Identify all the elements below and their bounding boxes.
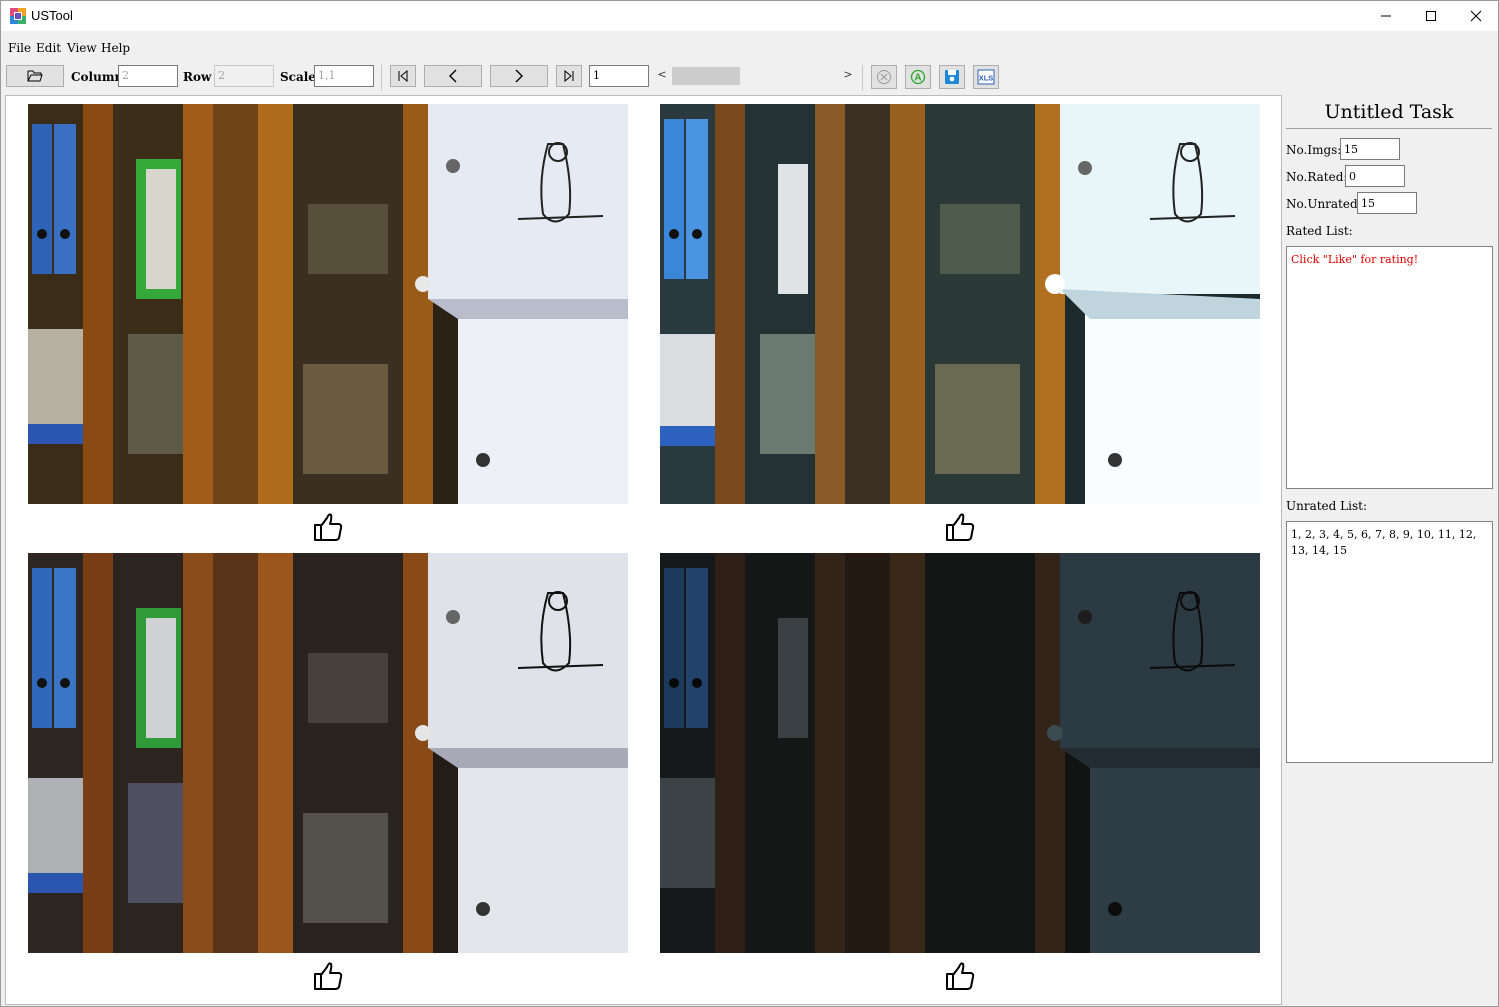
image-2 <box>660 104 1260 504</box>
minimize-icon <box>1381 15 1391 17</box>
menu-help[interactable]: Help <box>101 41 130 55</box>
scroll-right-arrow-icon[interactable]: > <box>842 68 854 81</box>
previous-icon <box>449 69 457 83</box>
image-4 <box>660 553 1260 953</box>
next-icon <box>515 69 523 83</box>
svg-text:A: A <box>914 73 921 84</box>
open-folder-button[interactable] <box>6 65 64 87</box>
folder-open-icon <box>27 70 43 82</box>
thumbs-up-icon[interactable] <box>311 510 345 544</box>
window-title: USTool <box>31 8 73 23</box>
rated-list-label: Rated List: <box>1286 224 1353 238</box>
ustool-logo-icon <box>10 8 26 24</box>
row-label: Row <box>183 70 212 84</box>
title-bar: USTool <box>1 1 1498 31</box>
image-cell-4[interactable] <box>660 553 1260 953</box>
cancel-circle-icon <box>877 70 891 84</box>
rated-list[interactable]: Click "Like" for rating! <box>1286 246 1493 489</box>
toolbar-separator <box>381 65 382 91</box>
first-page-button[interactable] <box>390 65 416 87</box>
clear-rating-button[interactable] <box>871 65 897 89</box>
divider <box>1286 128 1492 129</box>
scroll-left-arrow-icon[interactable]: < <box>656 68 668 81</box>
minimize-button[interactable] <box>1363 1 1409 31</box>
circled-a-icon: A <box>910 69 926 85</box>
maximize-button[interactable] <box>1408 1 1454 31</box>
auto-button[interactable]: A <box>905 65 931 89</box>
task-title: Untitled Task <box>1324 101 1454 123</box>
scale-label: Scale <box>280 70 316 84</box>
column-label: Column <box>71 70 124 84</box>
column-input[interactable]: 2 <box>118 65 178 87</box>
last-page-icon <box>564 70 574 82</box>
maximize-icon <box>1426 11 1436 21</box>
row-input[interactable]: 2 <box>214 65 274 87</box>
export-xls-button[interactable]: XLS <box>973 65 999 89</box>
save-icon <box>945 70 959 84</box>
page-number-input[interactable]: 1 <box>589 65 649 87</box>
xls-export-icon: XLS <box>977 69 995 85</box>
save-button[interactable] <box>939 65 965 89</box>
thumbs-up-icon[interactable] <box>311 959 345 993</box>
image-cell-3[interactable] <box>28 553 628 953</box>
no-rated-field[interactable]: 0 <box>1345 165 1405 187</box>
next-button[interactable] <box>490 65 548 87</box>
image-cell-2[interactable] <box>660 104 1260 504</box>
scale-input[interactable]: 1,1 <box>314 65 374 87</box>
image-3 <box>28 553 628 953</box>
image-cell-1[interactable] <box>28 104 628 504</box>
no-imgs-label: No.Imgs: <box>1286 143 1342 157</box>
menu-edit[interactable]: Edit <box>36 41 61 55</box>
unrated-list[interactable]: 1, 2, 3, 4, 5, 6, 7, 8, 9, 10, 11, 12, 1… <box>1286 521 1493 763</box>
thumbs-up-icon[interactable] <box>943 510 977 544</box>
image-1 <box>28 104 628 504</box>
toolbar-separator <box>862 65 863 91</box>
menu-view[interactable]: View <box>67 41 97 55</box>
app-window: USTool File Edit View Help Column 2 Row … <box>0 0 1499 1007</box>
no-unrated-field[interactable]: 15 <box>1357 192 1417 214</box>
no-unrated-label: No.Unrated: <box>1286 197 1362 211</box>
scrollbar-thumb[interactable] <box>672 67 740 85</box>
image-scrollbar[interactable]: < > <box>656 65 856 87</box>
close-icon <box>1470 10 1482 22</box>
task-panel: Untitled Task No.Imgs: 15 No.Rated: 0 No… <box>1284 95 1496 1005</box>
menu-file[interactable]: File <box>8 41 31 55</box>
no-imgs-field[interactable]: 15 <box>1340 138 1400 160</box>
last-page-button[interactable] <box>556 65 582 87</box>
first-page-icon <box>398 70 408 82</box>
unrated-list-label: Unrated List: <box>1286 499 1367 513</box>
thumbs-up-icon[interactable] <box>943 959 977 993</box>
unrated-list-items: 1, 2, 3, 4, 5, 6, 7, 8, 9, 10, 11, 12, 1… <box>1291 528 1477 557</box>
previous-button[interactable] <box>424 65 482 87</box>
image-grid <box>5 95 1282 1005</box>
no-rated-label: No.Rated: <box>1286 170 1348 184</box>
rated-list-hint: Click "Like" for rating! <box>1291 253 1419 266</box>
close-window-button[interactable] <box>1453 1 1499 31</box>
svg-text:XLS: XLS <box>979 74 994 83</box>
